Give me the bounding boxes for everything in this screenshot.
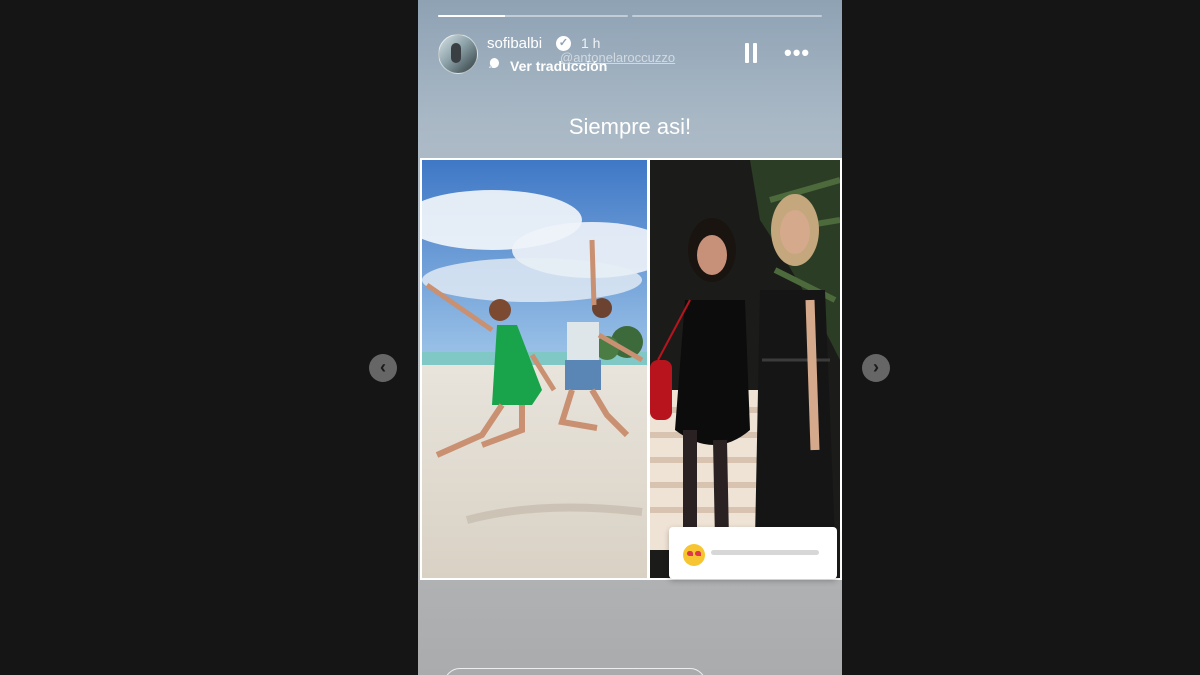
chevron-left-icon: ‹ [380,357,386,377]
more-options-icon[interactable]: ••• [784,40,810,66]
progress-fill [438,15,505,17]
beach-jump-photo [420,158,649,580]
story-caption: Siempre asi! [568,114,692,139]
next-story-button[interactable]: › [862,354,890,382]
progress-segment [632,15,822,17]
timestamp: 1 h [581,35,601,51]
avatar[interactable] [438,34,478,74]
verified-badge-icon: ✓ [556,36,571,51]
pause-bar [745,43,749,63]
progress-bars [438,15,822,17]
pause-bar [753,43,757,63]
translate-bubble-icon [489,58,499,68]
emoji-reaction-slider[interactable] [669,527,837,579]
story-frame[interactable]: sofibalbi ✓ 1 h @antonelaroccuzzo Ver tr… [418,0,842,675]
heart-eyes-emoji-icon [683,544,705,566]
see-translation-link[interactable]: Ver traducción [510,58,607,74]
username[interactable]: sofibalbi [487,35,542,52]
party-photo [648,158,842,580]
progress-segment [438,15,628,17]
slider-track[interactable] [711,550,819,555]
reply-input[interactable] [444,668,706,675]
previous-story-button[interactable]: ‹ [369,354,397,382]
pause-button[interactable] [744,43,758,63]
chevron-right-icon: › [873,357,879,377]
